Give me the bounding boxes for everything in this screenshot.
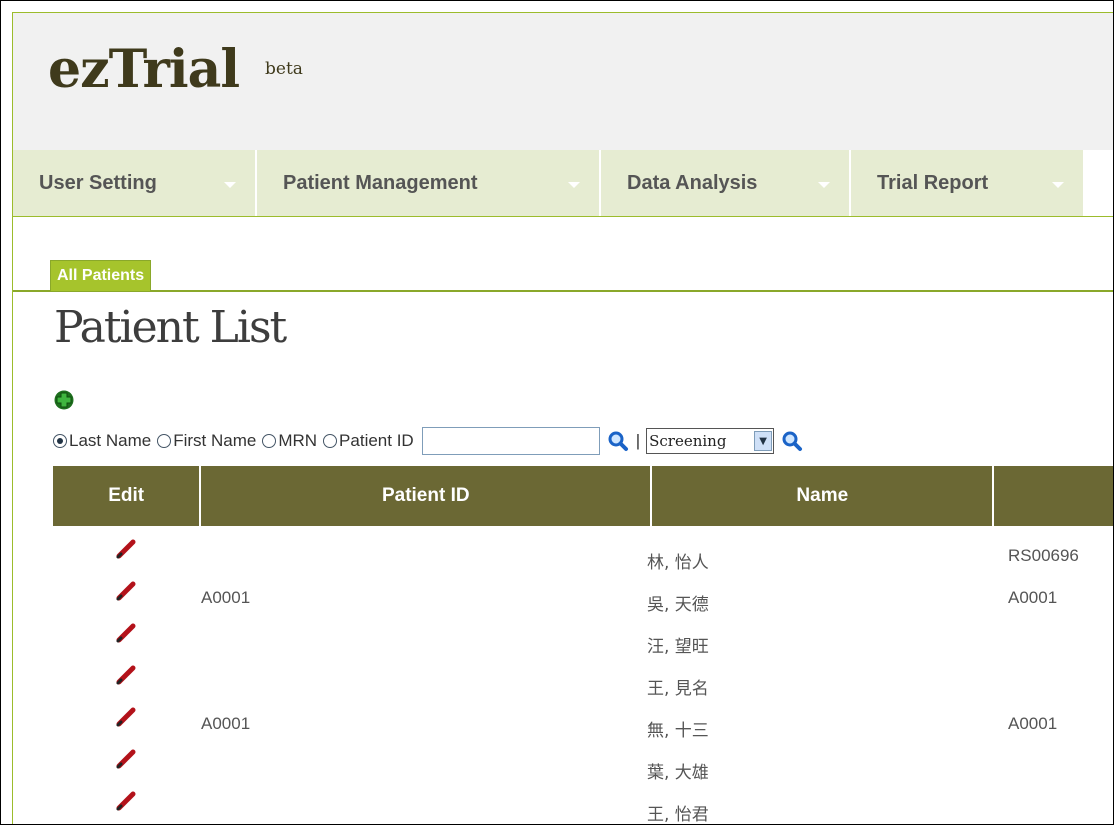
table-row: 葉, 大雄 xyxy=(53,744,1113,786)
tab-bar: All Patients xyxy=(13,256,1113,292)
option-label: Last Name xyxy=(69,431,152,450)
chevron-down-icon[interactable]: ▼ xyxy=(754,431,773,451)
column-header-name[interactable]: Name xyxy=(652,466,995,526)
table-row: 王, 怡君 xyxy=(53,786,1113,824)
pencil-icon[interactable] xyxy=(115,538,137,560)
search-option-mrn[interactable]: MRN xyxy=(262,431,317,451)
pencil-icon[interactable] xyxy=(115,580,137,602)
option-label: First Name xyxy=(173,431,257,450)
cell-name: 王, 見名 xyxy=(647,679,709,699)
search-option-last-name[interactable]: Last Name xyxy=(53,431,151,451)
cell-name: 葉, 大雄 xyxy=(647,763,709,783)
separator: | xyxy=(635,431,641,450)
nav-label: User Setting xyxy=(39,171,157,194)
search-option-first-name[interactable]: First Name xyxy=(157,431,256,451)
table-row: A0001 無, 十三 A0001 xyxy=(53,702,1113,744)
cell-name: 王, 怡君 xyxy=(647,805,709,824)
cell-mrn: RS00696 xyxy=(1008,546,1079,565)
chevron-down-icon xyxy=(568,182,580,188)
main-nav: User Setting Patient Management Data Ana… xyxy=(13,150,1113,217)
table-row: 林, 怡人 RS00696 xyxy=(53,534,1113,576)
app-frame: ezTrial beta User Setting Patient Manage… xyxy=(0,0,1114,825)
search-option-patient-id[interactable]: Patient ID xyxy=(323,431,414,451)
nav-label: Data Analysis xyxy=(627,171,758,194)
cell-name: 林, 怡人 xyxy=(647,553,709,573)
nav-data-analysis[interactable]: Data Analysis xyxy=(601,150,851,216)
pencil-icon[interactable] xyxy=(115,706,137,728)
cell-name: 汪, 望旺 xyxy=(647,637,709,657)
nav-label: Trial Report xyxy=(877,171,989,194)
page-title: Patient List xyxy=(54,302,287,353)
radio-button[interactable] xyxy=(157,434,172,448)
nav-trial-report[interactable]: Trial Report xyxy=(851,150,1085,216)
cell-patient-id: A0001 xyxy=(201,714,251,733)
add-patient-icon[interactable] xyxy=(54,390,74,410)
column-header-patient-id[interactable]: Patient ID xyxy=(201,466,653,526)
cell-patient-id: A0001 xyxy=(201,588,251,607)
cell-mrn: A0001 xyxy=(1008,588,1058,607)
chevron-down-icon xyxy=(224,182,236,188)
pencil-icon[interactable] xyxy=(115,790,137,812)
status-select-value: Screening xyxy=(649,432,727,450)
patient-table-body: 林, 怡人 RS00696 A0001 吳, 天德 A0001 汪, 望旺 王,… xyxy=(53,534,1113,824)
option-label: Patient ID xyxy=(339,431,414,450)
radio-button[interactable] xyxy=(53,434,67,448)
column-header-edit: Edit xyxy=(53,466,202,526)
status-search-icon[interactable] xyxy=(780,429,804,453)
nav-patient-management[interactable]: Patient Management xyxy=(257,150,601,216)
pencil-icon[interactable] xyxy=(115,622,137,644)
chevron-down-icon xyxy=(1052,182,1064,188)
tab-all-patients[interactable]: All Patients xyxy=(50,260,152,291)
pencil-icon[interactable] xyxy=(115,664,137,686)
beta-badge: beta xyxy=(265,59,303,79)
column-header-mrn[interactable] xyxy=(994,466,1113,526)
app-window: ezTrial beta User Setting Patient Manage… xyxy=(12,12,1113,824)
cell-name: 吳, 天德 xyxy=(647,595,709,615)
status-select[interactable]: Screening ▼ xyxy=(646,428,775,454)
radio-button[interactable] xyxy=(262,434,277,448)
app-logo[interactable]: ezTrial xyxy=(48,39,240,100)
pencil-icon[interactable] xyxy=(115,748,137,770)
radio-button[interactable] xyxy=(323,434,338,448)
search-bar: Last Name First Name MRN Patient ID | Sc xyxy=(53,426,804,456)
chevron-down-icon xyxy=(818,182,830,188)
search-input[interactable] xyxy=(421,427,600,455)
nav-user-setting[interactable]: User Setting xyxy=(13,150,257,216)
table-header: Edit Patient ID Name xyxy=(53,466,1113,526)
table-row: 汪, 望旺 xyxy=(53,618,1113,660)
table-row: A0001 吳, 天德 A0001 xyxy=(53,576,1113,618)
table-row: 王, 見名 xyxy=(53,660,1113,702)
header: ezTrial beta xyxy=(13,12,1113,151)
cell-name: 無, 十三 xyxy=(647,721,709,741)
cell-mrn: A0001 xyxy=(1008,714,1058,733)
nav-label: Patient Management xyxy=(283,171,478,194)
search-icon[interactable] xyxy=(606,429,630,453)
option-label: MRN xyxy=(278,431,318,450)
